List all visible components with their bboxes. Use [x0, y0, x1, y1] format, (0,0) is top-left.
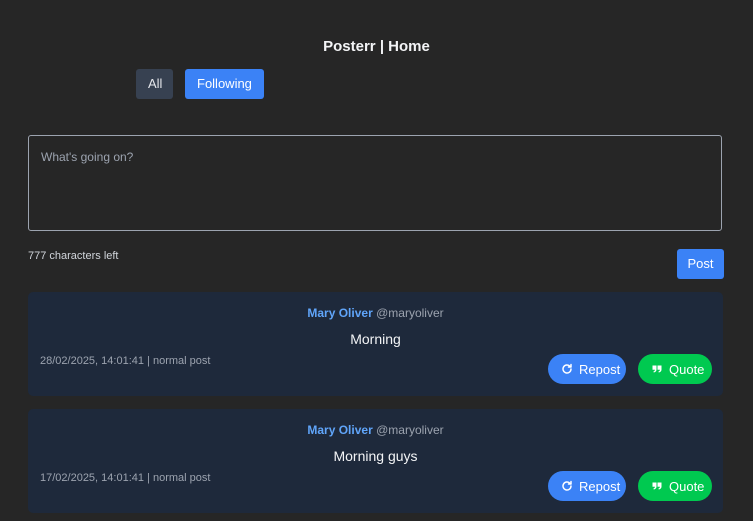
quote-label: Quote [669, 478, 705, 494]
quote-button[interactable]: Quote [638, 471, 712, 501]
post-actions: Repost Quote [548, 471, 712, 501]
characters-left-counter: 777 characters left [28, 250, 119, 262]
repost-icon [562, 363, 572, 374]
post-card: Mary Oliver @maryoliver Morning guys 17/… [28, 409, 723, 513]
post-author: Mary Oliver @maryoliver [28, 306, 723, 320]
post-content: Morning [350, 331, 401, 347]
post-input[interactable] [29, 136, 721, 230]
post-button[interactable]: Post [677, 249, 724, 279]
author-handle: @maryoliver [376, 306, 444, 320]
post-author: Mary Oliver @maryoliver [28, 423, 723, 437]
repost-icon [562, 480, 572, 491]
quote-label: Quote [669, 361, 705, 377]
author-name[interactable]: Mary Oliver [307, 423, 372, 437]
author-name[interactable]: Mary Oliver [307, 306, 372, 320]
quote-button[interactable]: Quote [638, 354, 712, 384]
repost-label: Repost [579, 361, 621, 377]
page: Posterr | Home All Following 777 charact… [0, 0, 753, 521]
post-actions: Repost Quote [548, 354, 712, 384]
repost-label: Repost [579, 478, 621, 494]
post-content: Morning guys [333, 448, 418, 464]
quote-icon [652, 482, 662, 490]
feed-tabs: All Following [136, 69, 264, 99]
quote-icon [652, 365, 662, 373]
page-title: Posterr | Home [323, 38, 430, 55]
tab-following[interactable]: Following [185, 69, 264, 99]
repost-button[interactable]: Repost [548, 354, 626, 384]
tab-all[interactable]: All [136, 69, 173, 99]
repost-button[interactable]: Repost [548, 471, 626, 501]
composer-box [28, 135, 722, 231]
post-card: Mary Oliver @maryoliver Morning 28/02/20… [28, 292, 723, 396]
post-meta: 17/02/2025, 14:01:41 | normal post [40, 472, 211, 484]
author-handle: @maryoliver [376, 423, 444, 437]
post-meta: 28/02/2025, 14:01:41 | normal post [40, 355, 211, 367]
